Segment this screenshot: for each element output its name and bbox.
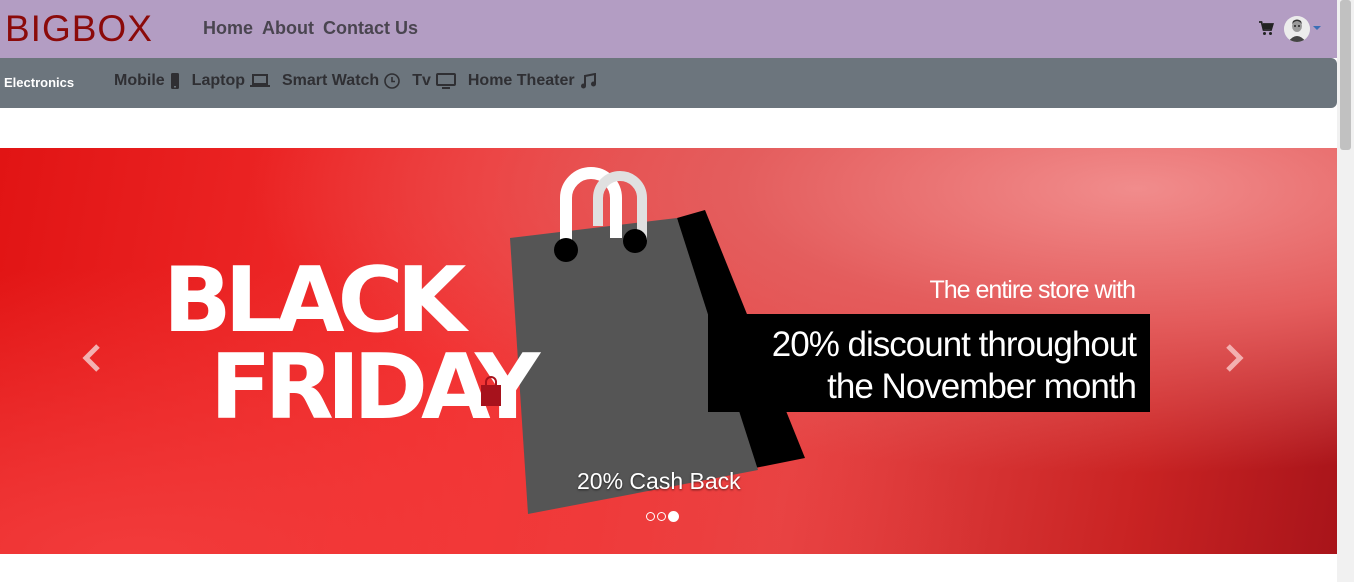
hero-carousel: BLACK FRIDAY The entire store with 20% d… <box>0 148 1337 554</box>
category-label: Laptop <box>191 72 245 89</box>
carousel-prev-button[interactable] <box>78 338 108 378</box>
small-bag-icon <box>481 376 501 406</box>
category-laptop[interactable]: Laptop <box>192 72 270 90</box>
scrollbar-thumb[interactable] <box>1340 0 1351 150</box>
store-text: The entire store with <box>929 276 1136 304</box>
discount-text: 20% discount throughout the November mon… <box>771 324 1137 408</box>
carousel-indicator-dot[interactable] <box>668 511 679 522</box>
discount-box: 20% discount throughout the November mon… <box>708 314 1150 412</box>
top-navbar: BIGBOX Home About Contact Us <box>0 0 1337 58</box>
cart-icon[interactable] <box>1258 20 1274 36</box>
chevron-right-icon <box>1226 344 1244 372</box>
category-label: Smart Watch <box>282 72 380 89</box>
category-mobile[interactable]: Mobile <box>114 72 180 90</box>
brand-logo[interactable]: BIGBOX <box>5 10 153 47</box>
clock-icon <box>384 73 401 89</box>
category-label: Home Theater <box>467 72 575 89</box>
carousel-indicators <box>646 511 679 522</box>
nav-contact-link[interactable]: Contact Us <box>323 18 418 39</box>
main-nav: Home About Contact Us <box>203 18 418 39</box>
user-avatar[interactable] <box>1284 16 1310 42</box>
nav-home-link[interactable]: Home <box>203 18 253 39</box>
nav-about-link[interactable]: About <box>262 18 314 39</box>
category-tv[interactable]: Tv <box>412 72 456 90</box>
category-title: Electronics <box>4 75 75 90</box>
carousel-indicator-dot[interactable] <box>657 512 666 521</box>
carousel-indicator-dot[interactable] <box>646 512 655 521</box>
laptop-icon <box>250 74 270 87</box>
headline-black: BLACK <box>163 248 466 353</box>
carousel-next-button[interactable] <box>1218 338 1248 378</box>
chevron-left-icon <box>82 344 100 372</box>
user-menu-caret-icon[interactable] <box>1313 26 1321 30</box>
mobile-icon <box>170 73 179 89</box>
category-list: Mobile Laptop Smart Watch Tv Home Theate… <box>114 72 596 90</box>
tv-icon <box>435 73 456 89</box>
category-label: Tv <box>412 72 431 89</box>
discount-line-1: 20% discount throughout <box>771 325 1137 364</box>
category-bar: Electronics Mobile Laptop Smart Watch Tv… <box>0 58 1337 108</box>
carousel-caption: 20% Cash Back <box>577 468 741 494</box>
music-icon <box>580 73 596 89</box>
category-label: Mobile <box>114 72 165 89</box>
discount-line-2: the November month <box>827 367 1137 406</box>
category-smart-watch[interactable]: Smart Watch <box>282 72 401 90</box>
category-home-theater[interactable]: Home Theater <box>468 72 596 90</box>
